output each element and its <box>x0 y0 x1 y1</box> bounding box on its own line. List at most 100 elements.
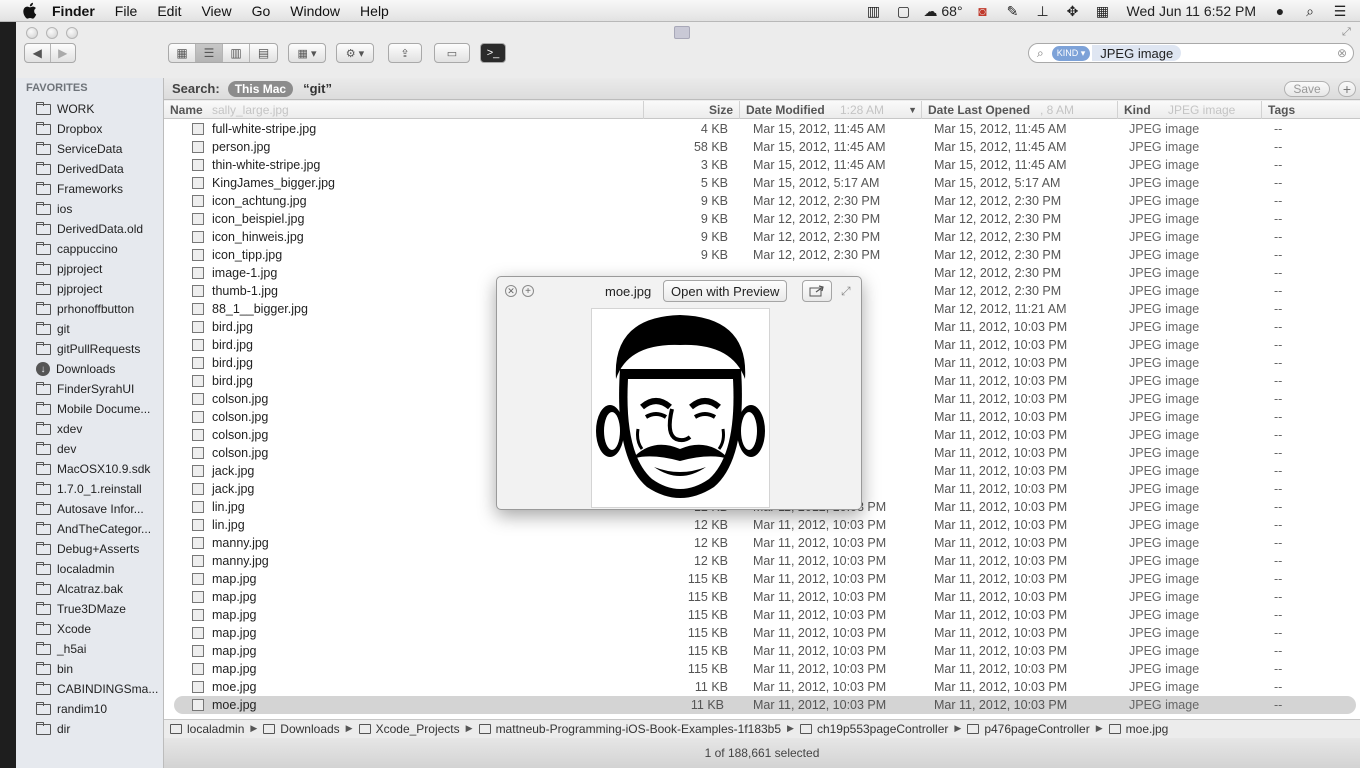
calendar-icon[interactable]: ▦ <box>1093 3 1113 19</box>
sidebar-item[interactable]: Dropbox <box>36 120 160 138</box>
sidebar-item[interactable]: git <box>36 320 160 338</box>
display-icon[interactable]: ▢ <box>893 3 913 19</box>
menu-file[interactable]: File <box>115 3 138 19</box>
sidebar-item[interactable]: ↓ Downloads <box>36 360 160 378</box>
share-icon[interactable]: ⇪ <box>388 43 422 63</box>
column-date-last-opened[interactable]: Date Last Opened <box>922 101 1118 119</box>
sidebar-item[interactable]: Autosave Infor... <box>36 500 160 518</box>
menu-window[interactable]: Window <box>290 3 340 19</box>
table-row[interactable]: icon_achtung.jpg 9 KB Mar 12, 2012, 2:30 P… <box>164 192 1360 210</box>
sidebar-item[interactable]: Alcatraz.bak <box>36 580 160 598</box>
list-view-icon[interactable]: ☰ <box>196 44 223 62</box>
sidebar-item[interactable]: MacOSX10.9.sdk <box>36 460 160 478</box>
sidebar-item[interactable]: DerivedData <box>36 160 160 178</box>
close-icon[interactable]: ✕ <box>505 285 517 297</box>
column-tags[interactable]: Tags <box>1262 101 1360 119</box>
coverflow-view-icon[interactable]: ▤ <box>250 44 277 62</box>
back-button[interactable]: ◀ <box>25 44 51 62</box>
table-row[interactable]: thin-white-stripe.jpg 3 KB Mar 15, 2012, 1… <box>164 156 1360 174</box>
table-row[interactable]: icon_tipp.jpg 9 KB Mar 12, 2012, 2:30 PM Ma… <box>164 246 1360 264</box>
table-row[interactable]: map.jpg 115 KB Mar 11, 2012, 10:03 PM Mar 1… <box>164 624 1360 642</box>
scope-this-mac[interactable]: This Mac <box>227 80 294 97</box>
table-row[interactable]: map.jpg 115 KB Mar 11, 2012, 10:03 PM Mar 1… <box>164 642 1360 660</box>
menu-edit[interactable]: Edit <box>157 3 181 19</box>
forward-button[interactable]: ▶ <box>51 44 76 62</box>
fullscreen-icon[interactable]: ⤢ <box>1342 26 1356 40</box>
table-row[interactable]: KingJames_bigger.jpg 5 KB Mar 15, 2012, 5:… <box>164 174 1360 192</box>
weather-status[interactable]: ☁ 68° <box>923 3 962 20</box>
column-date-modified[interactable]: Date Modified ▼ <box>740 101 922 119</box>
table-row[interactable]: map.jpg 115 KB Mar 11, 2012, 10:03 PM Mar 1… <box>164 660 1360 678</box>
sidebar-item[interactable]: WORK <box>36 100 160 118</box>
sidebar-item[interactable]: FinderSyrahUI <box>36 380 160 398</box>
sidebar-item[interactable]: AndTheCategor... <box>36 520 160 538</box>
column-size[interactable]: Size <box>644 101 740 119</box>
sidebar-item[interactable]: dev <box>36 440 160 458</box>
sidebar-item[interactable]: Debug+Asserts <box>36 540 160 558</box>
sidebar-item[interactable]: ServiceData <box>36 140 160 158</box>
sidebar-item[interactable]: dir <box>36 720 160 738</box>
minimize-button[interactable] <box>46 27 58 39</box>
zoom-button[interactable] <box>66 27 78 39</box>
table-row[interactable]: map.jpg 115 KB Mar 11, 2012, 10:03 PM Mar 1… <box>164 588 1360 606</box>
table-row[interactable]: manny.jpg 12 KB Mar 11, 2012, 10:03 PM Mar … <box>164 534 1360 552</box>
apple-menu-icon[interactable] <box>20 2 38 20</box>
share-icon[interactable] <box>802 280 832 302</box>
sidebar-item[interactable]: randim10 <box>36 700 160 718</box>
user-icon[interactable]: ● <box>1270 3 1290 19</box>
clock[interactable]: Wed Jun 11 6:52 PM <box>1127 3 1256 19</box>
action-gear-icon[interactable]: ⚙ ▾ <box>336 43 374 63</box>
scope-git[interactable]: “git” <box>303 81 332 96</box>
table-row[interactable]: manny.jpg 12 KB Mar 11, 2012, 10:03 PM Mar … <box>164 552 1360 570</box>
table-row[interactable]: lin.jpg 12 KB Mar 11, 2012, 10:03 PM Mar 11… <box>164 516 1360 534</box>
path-segment[interactable]: moe.jpg <box>1108 722 1168 736</box>
sidebar-item[interactable]: Xcode <box>36 620 160 638</box>
path-segment[interactable]: Xcode_Projects <box>358 722 460 736</box>
path-segment[interactable]: p476pageController <box>967 722 1090 736</box>
column-view-icon[interactable]: ▥ <box>223 44 250 62</box>
sidebar-item[interactable]: pjproject <box>36 280 160 298</box>
move-icon[interactable]: ✥ <box>1063 3 1083 19</box>
menu-help[interactable]: Help <box>360 3 389 19</box>
sidebar-item[interactable]: prhonoffbutton <box>36 300 160 318</box>
table-row[interactable]: map.jpg 115 KB Mar 11, 2012, 10:03 PM Mar 1… <box>164 606 1360 624</box>
terminal-icon[interactable]: >_ <box>480 43 506 63</box>
search-field[interactable]: ⌕ KIND ▾ JPEG image ⊗ <box>1028 43 1354 63</box>
sidebar-item[interactable]: pjproject <box>36 260 160 278</box>
path-segment[interactable]: localadmin <box>170 722 244 736</box>
table-row[interactable]: full-white-stripe.jpg 4 KB Mar 15, 2012, 1… <box>164 120 1360 138</box>
arrange-button[interactable]: ▦ ▾ <box>288 43 326 63</box>
table-row[interactable]: map.jpg 115 KB Mar 11, 2012, 10:03 PM Mar 1… <box>164 570 1360 588</box>
tag-toggle-icon[interactable]: ▭ <box>434 43 470 63</box>
kind-token[interactable]: KIND ▾ <box>1051 45 1091 61</box>
spotlight-search-icon[interactable]: ⌕ <box>1300 3 1320 19</box>
table-row[interactable]: moe.jpg 11 KB Mar 11, 2012, 10:03 PM Mar 11… <box>164 678 1360 696</box>
sidebar-item[interactable]: CABINDINGSma... <box>36 680 160 698</box>
pen-icon[interactable]: ✎ <box>1003 3 1023 19</box>
search-proxy-icon[interactable] <box>674 26 690 39</box>
sidebar-item[interactable]: gitPullRequests <box>36 340 160 358</box>
sidebar-item[interactable]: Mobile Docume... <box>36 400 160 418</box>
expand-plus-icon[interactable]: + <box>522 285 534 297</box>
camera-icon[interactable]: ◙ <box>973 3 993 19</box>
save-search-button[interactable]: Save <box>1284 81 1330 97</box>
sidebar-item[interactable]: localadmin <box>36 560 160 578</box>
table-row[interactable]: person.jpg 58 KB Mar 15, 2012, 11:45 AM Mar… <box>164 138 1360 156</box>
sidebar-item[interactable]: True3DMaze <box>36 600 160 618</box>
sidebar-item[interactable]: bin <box>36 660 160 678</box>
sidebar-item[interactable]: Frameworks <box>36 180 160 198</box>
menu-finder[interactable]: Finder <box>52 3 95 19</box>
clear-search-icon[interactable]: ⊗ <box>1337 46 1347 60</box>
table-row[interactable]: icon_beispiel.jpg 9 KB Mar 12, 2012, 2:30 … <box>164 210 1360 228</box>
add-criteria-button[interactable]: + <box>1338 81 1356 97</box>
sidebar-item[interactable]: DerivedData.old <box>36 220 160 238</box>
window-tile-icon[interactable]: ▥ <box>863 3 883 19</box>
sidebar-item[interactable]: _h5ai <box>36 640 160 658</box>
path-segment[interactable]: mattneub-Programming-iOS-Book-Examples-1… <box>478 722 781 736</box>
table-row[interactable]: moe.jpg 11 KB Mar 11, 2012, 10:03 PM Mar 11… <box>174 696 1356 714</box>
kind-value-token[interactable]: JPEG image <box>1092 45 1182 61</box>
menu-view[interactable]: View <box>201 3 231 19</box>
table-row[interactable]: icon_hinweis.jpg 9 KB Mar 12, 2012, 2:30 P… <box>164 228 1360 246</box>
fullscreen-icon[interactable]: ⤢ <box>841 284 855 298</box>
close-button[interactable] <box>26 27 38 39</box>
